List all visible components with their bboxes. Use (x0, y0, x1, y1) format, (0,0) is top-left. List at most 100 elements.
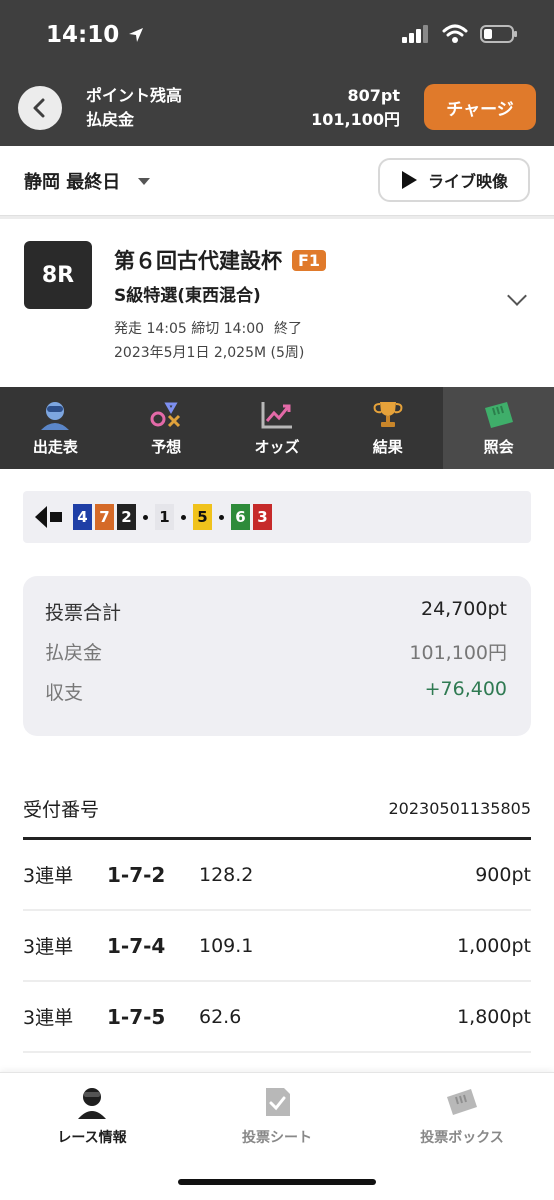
caret-down-icon (138, 177, 151, 185)
race-info[interactable]: 8R 第６回古代建設杯 F1 S級特選(東西混合) 発走 14:05 締切 14… (0, 216, 554, 387)
nav-label: 投票シート (242, 1130, 312, 1146)
race-schedule: 発走 14:05 締切 14:00 (114, 321, 265, 337)
nav-race-info[interactable]: レース情報 (0, 1085, 184, 1147)
bet-type: 3連単 (23, 1007, 74, 1029)
arrow-tail (50, 512, 62, 522)
bet-odds: 128.2 (199, 863, 254, 886)
status-time: 14:10 (46, 22, 145, 48)
charge-button[interactable]: チャージ (424, 84, 536, 130)
bet-combo: 1-7-5 (107, 1004, 166, 1029)
play-icon (401, 171, 417, 189)
payout-value: 101,100円 (311, 110, 400, 129)
tab-label: 結果 (372, 437, 403, 456)
nav-bet-box[interactable]: 投票ボックス (370, 1085, 554, 1147)
receipt-row: 受付番号 20230501135805 (23, 780, 531, 840)
bet-summary: 投票合計 24,700pt 払戻金 101,100円 収支 +76,400 (23, 576, 531, 736)
race-date-distance: 2023年5月1日 2,025M (5周) (114, 345, 305, 361)
car-number: 6 (231, 504, 250, 530)
balance-value: +76,400 (424, 678, 507, 700)
payout-label: 払戻金 (86, 110, 135, 129)
car-number: 1 (155, 504, 174, 530)
bet-combo: 1-7-4 (107, 933, 166, 958)
line-separator (219, 514, 224, 520)
status-icons (402, 24, 518, 44)
tab-results[interactable]: 結果 (332, 387, 443, 469)
table-row: 3連単 1-7-2 128.2 900pt (23, 840, 531, 911)
racer-icon (41, 401, 70, 430)
chevron-left-icon (33, 98, 45, 118)
nav-label: 投票ボックス (420, 1130, 504, 1146)
car-number: 5 (193, 504, 212, 530)
grade-badge: F1 (292, 249, 327, 271)
car-number: 3 (253, 504, 272, 530)
venue-bar: 静岡 最終日 ライブ映像 (0, 146, 554, 216)
car-number: 4 (73, 504, 92, 530)
balance-labels: ポイント残高 払戻金 (86, 84, 182, 132)
summary-balance-row: 収支 +76,400 (45, 678, 507, 718)
payout-label: 払戻金 (45, 642, 103, 664)
tab-inquiry[interactable]: 照会 (443, 387, 554, 469)
payout-value: 101,100円 (409, 642, 507, 664)
bet-amount: 1,000pt (457, 934, 531, 957)
nav-bet-sheet[interactable]: 投票シート (185, 1085, 369, 1147)
venue-name: 静岡 最終日 (24, 172, 121, 193)
prediction-icon (150, 402, 181, 427)
balance-values: 807pt 101,100円 (311, 84, 400, 132)
live-video-label: ライブ映像 (427, 172, 508, 191)
signal-icon (402, 25, 428, 43)
arrow-left-icon (35, 506, 47, 528)
odds-chart-icon (261, 401, 292, 428)
live-video-button[interactable]: ライブ映像 (378, 158, 530, 202)
bet-odds: 109.1 (199, 934, 254, 957)
summary-total-row: 投票合計 24,700pt (45, 598, 507, 638)
tab-label: 出走表 (32, 437, 78, 456)
total-value: 24,700pt (421, 598, 507, 620)
clock-text: 14:10 (46, 22, 120, 48)
status-bar: 14:10 (0, 0, 554, 74)
tab-label: 照会 (483, 437, 514, 456)
ticket-list: 受付番号 20230501135805 3連単 1-7-2 128.2 900p… (23, 780, 531, 1053)
battery-icon (480, 25, 517, 43)
bet-type: 3連単 (23, 936, 74, 958)
top-bar: 14:10 ポイント残高 払戻金 807pt 101,100円 チャージ (0, 0, 554, 146)
race-class: S級特選(東西混合) (114, 286, 261, 306)
app-header: ポイント残高 払戻金 807pt 101,100円 チャージ (0, 74, 554, 146)
ticket-icon (484, 401, 513, 428)
home-indicator (178, 1179, 376, 1185)
bet-sheet-icon (266, 1088, 290, 1116)
line-prediction: 4 7 2 1 5 6 3 (23, 491, 531, 543)
points-label: ポイント残高 (86, 86, 183, 105)
race-number-badge: 8R (24, 241, 92, 309)
car-number: 2 (117, 504, 136, 530)
chevron-down-icon[interactable] (507, 286, 527, 306)
receipt-label: 受付番号 (23, 799, 100, 821)
car-number: 7 (95, 504, 114, 530)
receipt-number: 20230501135805 (388, 799, 531, 818)
total-label: 投票合計 (45, 602, 122, 624)
race-title-row: 第６回古代建設杯 F1 (114, 245, 327, 275)
wifi-icon (442, 24, 468, 43)
points-value: 807pt (347, 86, 401, 105)
line-separator (143, 514, 148, 520)
venue-selector[interactable]: 静岡 最終日 (24, 168, 151, 194)
nav-label: レース情報 (57, 1130, 127, 1146)
table-row: 3連単 1-7-5 62.6 1,800pt (23, 982, 531, 1053)
tab-prediction[interactable]: 予想 (111, 387, 222, 469)
tab-entries[interactable]: 出走表 (0, 387, 111, 469)
trophy-icon (373, 401, 403, 427)
tab-odds[interactable]: オッズ (222, 387, 333, 469)
balance-label: 収支 (45, 682, 84, 704)
race-tabs: 出走表 予想 オッズ 結果 照会 (0, 387, 554, 469)
line-separator (181, 514, 186, 520)
tab-label: オッズ (254, 437, 300, 456)
race-title: 第６回古代建設杯 (114, 249, 282, 273)
race-meta: 発走 14:05 締切 14:00 終了 2023年5月1日 2,025M (5周… (114, 317, 304, 365)
back-button[interactable] (18, 86, 62, 130)
location-arrow-icon (129, 28, 144, 42)
bet-odds: 62.6 (199, 1005, 242, 1028)
ticket-icon (447, 1089, 477, 1115)
bet-combo: 1-7-2 (107, 862, 166, 887)
table-row: 3連単 1-7-4 109.1 1,000pt (23, 911, 531, 982)
bet-type: 3連単 (23, 865, 74, 887)
race-state: 終了 (274, 321, 303, 337)
